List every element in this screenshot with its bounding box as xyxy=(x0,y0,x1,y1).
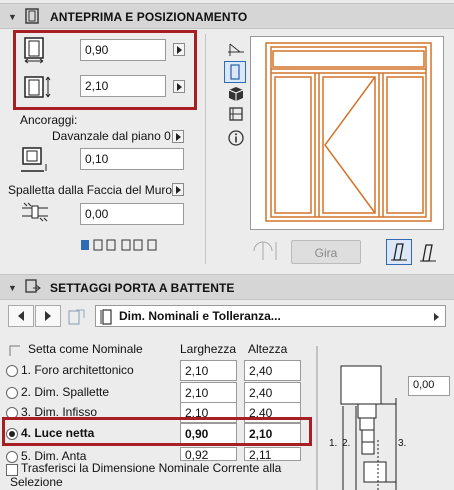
elevation-view-button[interactable] xyxy=(224,61,246,83)
collapse-triangle-icon[interactable]: ▼ xyxy=(8,283,17,293)
reveal-label: Spalletta dalla Faccia del Muro xyxy=(8,183,173,197)
diagram-value-field[interactable]: 0,00 xyxy=(408,376,450,396)
next-page-button[interactable] xyxy=(35,305,61,327)
favorites-icon[interactable] xyxy=(66,308,88,326)
section-header-swing-door[interactable]: ▼ SETTAGGI PORTA A BATTENTE xyxy=(0,274,454,300)
section-header-preview[interactable]: ▼ ANTEPRIMA E POSIZIONAMENTO xyxy=(0,3,454,29)
flip-button[interactable]: Gira xyxy=(291,240,361,264)
anchors-label: Ancoraggi: xyxy=(20,113,78,127)
chevron-right-icon xyxy=(434,313,439,321)
elevation-view-icon xyxy=(230,64,240,80)
collapse-triangle-icon[interactable]: ▼ xyxy=(8,12,17,22)
prev-page-button[interactable] xyxy=(8,305,34,327)
set-nominal-label: Setta come Nominale xyxy=(28,342,143,356)
dimensions-highlight xyxy=(13,30,197,110)
diagram-label-1: 1. xyxy=(329,438,338,449)
diagram-label-2: 2. xyxy=(342,438,351,449)
arrow-right-icon xyxy=(45,311,51,321)
bracket-icon xyxy=(9,345,20,356)
door-preview-icon xyxy=(25,8,39,24)
door-settings-icon xyxy=(25,279,41,293)
row-radio[interactable] xyxy=(6,387,18,399)
row-label: 2. Dim. Spallette xyxy=(21,385,110,399)
info-icon[interactable] xyxy=(228,130,244,146)
row-width-cell[interactable]: 2,10 xyxy=(180,360,237,381)
anchor-points-icons[interactable] xyxy=(80,238,160,252)
section-title: ANTEPRIMA E POSIZIONAMENTO xyxy=(50,10,248,24)
section-title: SETTAGGI PORTA A BATTENTE xyxy=(50,281,235,295)
page-dropdown-value: Dim. Nominali e Tolleranza... xyxy=(119,309,281,323)
diagram-label-3: 3. xyxy=(398,438,407,449)
dimension-diagram: 0,00 1. 2. 3. xyxy=(316,344,454,490)
flip-preview-icon xyxy=(253,241,277,260)
height-column-header: Altezza xyxy=(248,342,288,356)
dimensions-icon xyxy=(100,309,112,325)
door-elevation-drawing xyxy=(265,42,432,222)
transfer-label-cont: Selezione xyxy=(10,475,63,489)
sill-label: Davanzale dal piano 0 xyxy=(52,129,171,143)
reveal-field[interactable]: 0,00 xyxy=(80,203,184,225)
transfer-label: Trasferisci la Dimensione Nominale Corre… xyxy=(21,461,282,475)
width-column-header: Larghezza xyxy=(180,342,237,356)
plan-view-icon[interactable] xyxy=(226,40,246,58)
3d-view-icon[interactable] xyxy=(228,86,244,102)
row-radio[interactable] xyxy=(6,365,18,377)
sill-field[interactable]: 0,10 xyxy=(80,148,184,170)
door-preview-panel xyxy=(250,36,444,230)
sill-options-arrow[interactable] xyxy=(172,130,184,143)
row-height-cell[interactable]: 2,40 xyxy=(244,360,301,381)
section-view-icon[interactable] xyxy=(228,106,244,122)
preview-separator xyxy=(205,34,206,264)
row-label: 1. Foro architettonico xyxy=(21,363,134,377)
reveal-options-arrow[interactable] xyxy=(172,183,184,196)
door-left-icon xyxy=(391,243,407,261)
mirror-left-button[interactable] xyxy=(386,239,412,265)
arrow-left-icon xyxy=(18,311,24,321)
row-radio[interactable] xyxy=(6,451,18,463)
row-width-cell[interactable]: 0,92 xyxy=(180,447,237,462)
sill-height-icon xyxy=(21,147,47,172)
row-height-cell[interactable]: 2,11 xyxy=(244,447,301,462)
reveal-depth-icon xyxy=(22,202,48,222)
page-dropdown[interactable]: Dim. Nominali e Tolleranza... xyxy=(95,305,446,327)
door-right-icon[interactable] xyxy=(416,241,440,265)
row-width-cell[interactable]: 2,10 xyxy=(180,382,237,403)
row-height-cell[interactable]: 2,40 xyxy=(244,382,301,403)
selected-row-highlight xyxy=(2,417,312,446)
frame-section-drawing xyxy=(316,346,397,490)
